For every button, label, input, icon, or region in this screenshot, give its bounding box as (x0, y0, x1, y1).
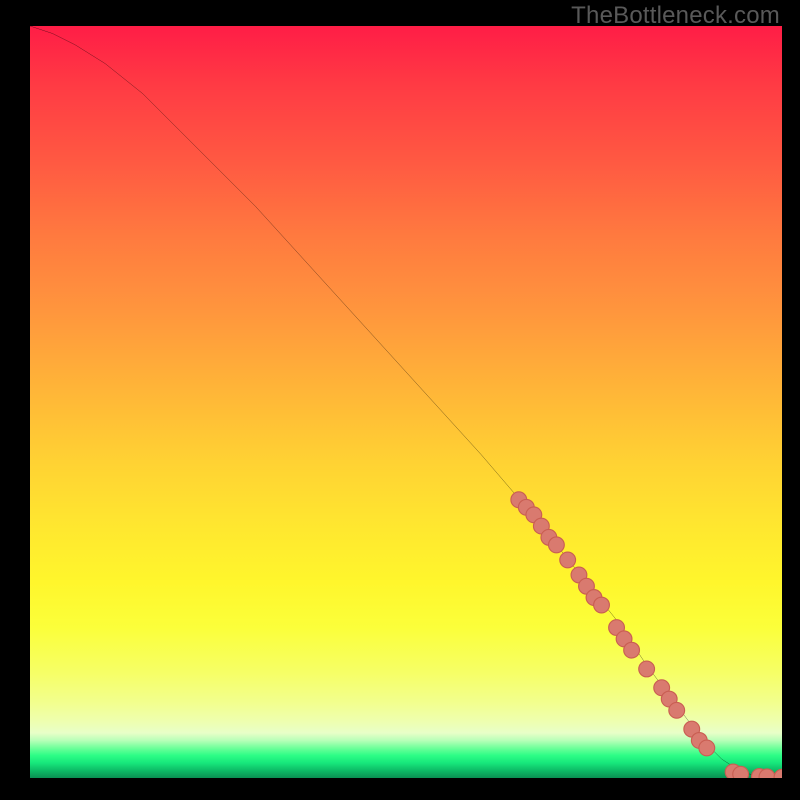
plot-area (30, 26, 782, 778)
data-marker (624, 642, 640, 658)
data-marker (733, 766, 749, 778)
data-marker (774, 769, 782, 778)
curve-layer (30, 26, 782, 778)
data-marker (549, 537, 565, 553)
bottleneck-curve-group (30, 26, 782, 778)
data-marker (639, 661, 655, 677)
marker-group (511, 492, 782, 778)
bottleneck-curve-path (30, 26, 782, 778)
data-marker (669, 702, 685, 718)
data-marker (699, 740, 715, 756)
chart-stage: TheBottleneck.com (0, 0, 800, 800)
data-marker (560, 552, 576, 568)
data-marker (594, 597, 610, 613)
